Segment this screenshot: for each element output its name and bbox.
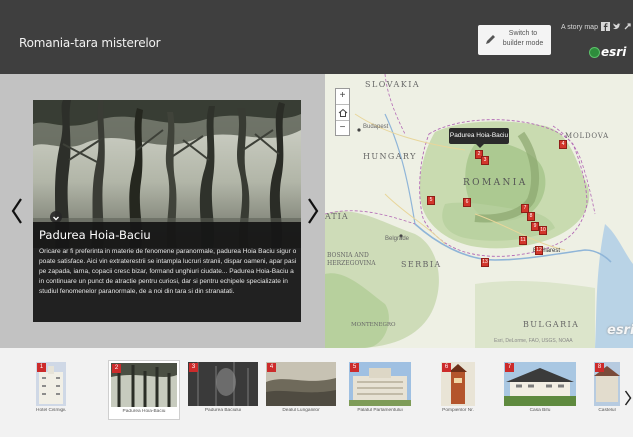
map-marker[interactable]: 10 bbox=[539, 226, 547, 235]
facebook-icon[interactable] bbox=[601, 22, 610, 31]
builder-mode-label: Switch to builder mode bbox=[502, 30, 544, 47]
map-marker[interactable]: 13 bbox=[481, 258, 489, 267]
thumbnail-carousel: 1 Hotel Cismigiu 2 Padurea Hoia-Baciu 3 … bbox=[0, 348, 633, 437]
map-marker[interactable]: 4 bbox=[559, 140, 567, 149]
link-icon[interactable] bbox=[623, 22, 632, 31]
carousel-item[interactable]: 1 Hotel Cismigiu bbox=[36, 362, 66, 418]
map-label-belgrade: Belgrade bbox=[385, 236, 410, 242]
map-view[interactable]: + − SLOVAKIA HUNGARY ROMANIA MOLDOVA SER… bbox=[325, 74, 633, 348]
thumbnail-number: 6 bbox=[442, 363, 451, 372]
map-popup[interactable]: Padurea Hoia-Baciu bbox=[449, 128, 509, 148]
caption-panel: Padurea Hoia-Baciu Oricare ar fi preferi… bbox=[33, 222, 301, 322]
map-marker[interactable]: 12 bbox=[535, 246, 543, 255]
map-esri-logo: esri bbox=[607, 323, 633, 338]
map-zoom-controls: + − bbox=[335, 88, 350, 136]
map-label-moldova: MOLDOVA bbox=[565, 132, 610, 140]
thumbnail-image bbox=[504, 362, 576, 406]
chevron-right-icon[interactable] bbox=[306, 196, 320, 226]
map-label-slovakia: SLOVAKIA bbox=[365, 80, 421, 89]
map-label-serbia: SERBIA bbox=[401, 260, 442, 269]
pencil-icon bbox=[486, 35, 495, 44]
map-label-montenegro: MONTENEGRO bbox=[351, 322, 396, 328]
map-marker[interactable]: 5 bbox=[427, 196, 435, 205]
thumbnail-image bbox=[188, 362, 258, 406]
esri-logo: esri bbox=[589, 45, 629, 61]
page-title: Romania-tara misterelor bbox=[19, 36, 161, 50]
thumbnail-number: 2 bbox=[112, 364, 121, 373]
zoom-out-button[interactable]: − bbox=[336, 121, 349, 137]
thumbnail-label: Pompierilor Nr. bbox=[442, 408, 474, 413]
map-label-bulgaria: BULGARIA bbox=[523, 320, 580, 329]
map-label-hungary: HUNGARY bbox=[363, 152, 417, 161]
zoom-in-button[interactable]: + bbox=[336, 89, 349, 105]
map-marker[interactable]: 6 bbox=[463, 198, 471, 207]
twitter-icon[interactable] bbox=[612, 22, 621, 31]
thumbnail-label: Hotel Cismigiu bbox=[36, 408, 66, 413]
thumbnail-number: 1 bbox=[37, 363, 46, 372]
thumbnail-label: Castelul bbox=[598, 408, 616, 413]
home-icon bbox=[338, 108, 347, 117]
popup-label: Padurea Hoia-Baciu bbox=[449, 132, 509, 139]
map-label-romania: ROMANIA bbox=[463, 178, 528, 188]
thumbnail-number: 5 bbox=[350, 363, 359, 372]
chevron-right-icon[interactable] bbox=[624, 389, 632, 407]
thumbnail-image bbox=[266, 362, 336, 406]
media-panel: Padurea Hoia-Baciu Oricare ar fi preferi… bbox=[0, 74, 325, 348]
map-marker[interactable]: 3 bbox=[481, 156, 489, 165]
map-label-atia: ATIA bbox=[325, 212, 349, 221]
carousel-item[interactable]: 8 Castelul bbox=[594, 362, 620, 418]
app-header: Romania-tara misterelor Switch to builde… bbox=[0, 0, 633, 74]
map-marker[interactable]: 11 bbox=[519, 236, 527, 245]
carousel-item[interactable]: 6 Pompierilor Nr. bbox=[441, 362, 475, 418]
map-attribution: Esri, DeLorme, FAO, USGS, NOAA bbox=[494, 338, 573, 344]
map-label-budapest: Budapest bbox=[363, 124, 389, 130]
carousel-item[interactable]: 3 Padurea Baciului bbox=[188, 362, 258, 418]
thumbnail-label: Dealul Lunganilor bbox=[282, 408, 320, 413]
map-marker[interactable]: 9 bbox=[531, 222, 539, 231]
section-title: Padurea Hoia-Baciu bbox=[39, 228, 151, 242]
map-label-bosnia: BOSNIA AND HERZEGOVINA bbox=[327, 252, 376, 267]
thumbnail-label: Padurea Baciului bbox=[204, 408, 242, 413]
builder-mode-button[interactable]: Switch to builder mode bbox=[478, 25, 551, 55]
thumbnail-number: 8 bbox=[595, 363, 604, 372]
thumbnail-number: 3 bbox=[189, 363, 198, 372]
globe-icon bbox=[589, 47, 600, 58]
map-marker[interactable]: 8 bbox=[527, 212, 535, 221]
thumbnail-label: Padurea Hoia-Baciu bbox=[122, 409, 166, 414]
section-body: Oricare ar fi preferinta in materie de f… bbox=[39, 248, 297, 295]
carousel-item[interactable]: 7 Casa Bifu bbox=[504, 362, 576, 418]
thumbnail-label: Palatul Parlamentului bbox=[357, 408, 403, 413]
thumbnail-number: 4 bbox=[267, 363, 276, 372]
carousel-item[interactable]: 4 Dealul Lunganilor bbox=[266, 362, 336, 418]
carousel-item-selected[interactable]: 2 Padurea Hoia-Baciu bbox=[108, 360, 180, 420]
home-button[interactable] bbox=[336, 105, 349, 121]
story-map-link[interactable]: A story map bbox=[561, 24, 598, 31]
chevron-left-icon[interactable] bbox=[10, 196, 24, 226]
carousel-item[interactable]: 5 Palatul Parlamentului bbox=[349, 362, 411, 418]
thumbnail-number: 7 bbox=[505, 363, 514, 372]
story-map-app: Romania-tara misterelor Switch to builde… bbox=[0, 0, 633, 437]
thumbnail-label: Casa Bifu bbox=[529, 408, 551, 413]
